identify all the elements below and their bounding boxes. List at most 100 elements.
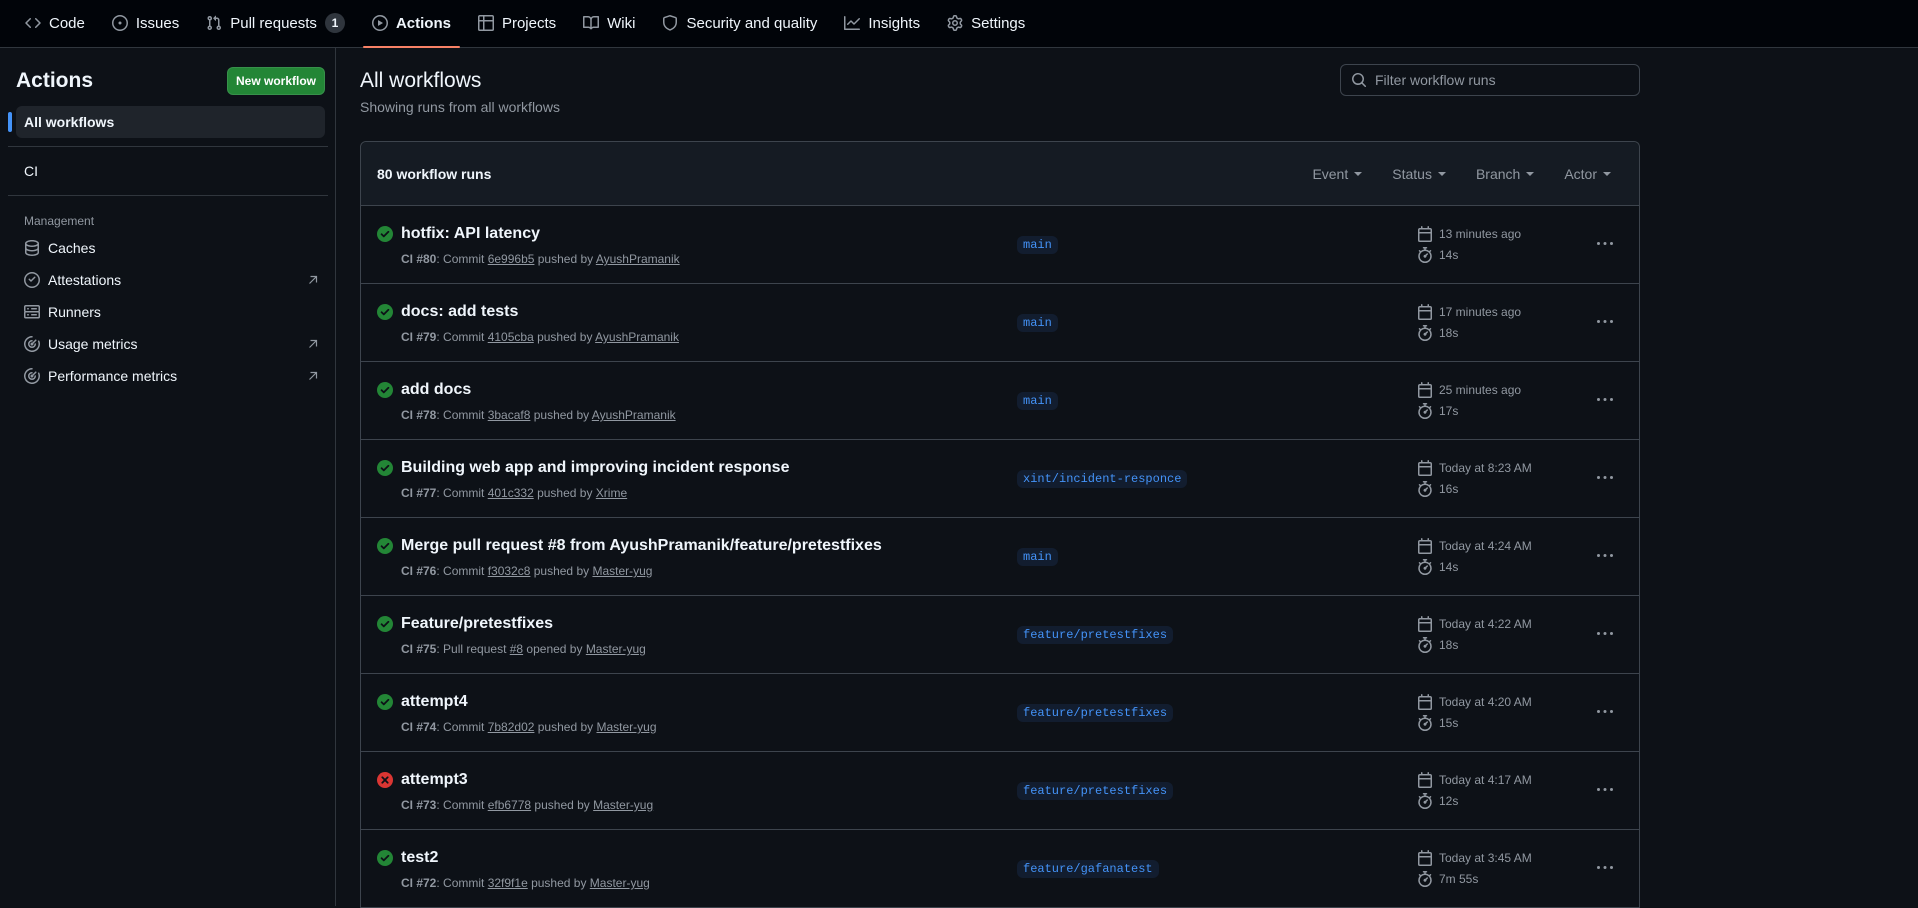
sidebar-item-caches[interactable]: Caches <box>16 232 327 264</box>
tab-security[interactable]: Security and quality <box>653 0 826 47</box>
actor-link[interactable]: Master-yug <box>593 798 653 812</box>
run-title-link[interactable]: Feature/pretestfixes <box>401 615 553 633</box>
run-time-text: 17 minutes ago <box>1439 305 1522 319</box>
tab-insights[interactable]: Insights <box>835 0 929 47</box>
run-title-link[interactable]: test2 <box>401 849 438 867</box>
sidebar-item-runners[interactable]: Runners <box>16 296 327 328</box>
actor-link[interactable]: Master-yug <box>586 642 646 656</box>
sidebar-item-label: All workflows <box>24 114 115 130</box>
workflow-run-row[interactable]: Feature/pretestfixes CI #75: Pull reques… <box>361 596 1639 674</box>
run-time-text: 25 minutes ago <box>1439 383 1522 397</box>
sidebar-item-attestations[interactable]: Attestations <box>16 264 327 296</box>
branch-label[interactable]: xint/incident-responce <box>1017 470 1188 488</box>
tab-settings[interactable]: Settings <box>938 0 1034 47</box>
kebab-menu-button[interactable] <box>1593 700 1617 724</box>
branch-label[interactable]: feature/gafanatest <box>1017 860 1159 878</box>
kebab-menu-button[interactable] <box>1593 622 1617 646</box>
stopwatch-icon <box>1418 325 1432 341</box>
run-title-link[interactable]: hotfix: API latency <box>401 225 540 243</box>
workflow-run-row[interactable]: Merge pull request #8 from AyushPramanik… <box>361 518 1639 596</box>
branch-label[interactable]: main <box>1017 392 1058 410</box>
actor-link[interactable]: Master-yug <box>592 564 652 578</box>
kebab-menu-button[interactable] <box>1593 778 1617 802</box>
run-title-link[interactable]: attempt3 <box>401 771 468 789</box>
actor-filter-dropdown[interactable]: Actor <box>1552 162 1623 186</box>
tab-label: Pull requests <box>230 14 317 32</box>
actor-link[interactable]: Xrime <box>596 486 627 500</box>
run-trigger-text: : Pull request <box>436 642 510 656</box>
run-trigger-text: : Commit <box>436 486 488 500</box>
actor-link[interactable]: AyushPramanik <box>596 252 680 266</box>
run-title-link[interactable]: Merge pull request #8 from AyushPramanik… <box>401 537 882 555</box>
actor-link[interactable]: Master-yug <box>596 720 656 734</box>
run-timestamp: 25 minutes ago <box>1417 382 1521 398</box>
sidebar-item-label: Caches <box>48 240 96 256</box>
commit-link[interactable]: 3bacaf8 <box>488 408 531 422</box>
kebab-horizontal-icon <box>1597 398 1613 401</box>
sidebar-item-performance-metrics[interactable]: Performance metrics <box>16 360 327 392</box>
workflow-run-number: CI #79 <box>401 330 437 344</box>
sidebar-item-usage-metrics[interactable]: Usage metrics <box>16 328 327 360</box>
sidebar-divider <box>8 146 328 147</box>
sidebar-item-all-workflows[interactable]: All workflows <box>8 106 325 138</box>
run-title-link[interactable]: Building web app and improving incident … <box>401 459 789 477</box>
run-duration: 15s <box>1417 715 1458 731</box>
sidebar-header: Actions New workflow <box>16 64 327 98</box>
caret-down-icon <box>1526 171 1535 176</box>
actor-link[interactable]: AyushPramanik <box>595 330 679 344</box>
commit-link[interactable]: 32f9f1e <box>488 876 528 890</box>
kebab-menu-button[interactable] <box>1593 466 1617 490</box>
run-duration: 12s <box>1417 793 1458 809</box>
tab-wiki[interactable]: Wiki <box>574 0 644 47</box>
actor-link[interactable]: AyushPramanik <box>592 408 676 422</box>
tab-issues[interactable]: Issues <box>103 0 188 47</box>
filter-runs-input[interactable] <box>1375 72 1625 88</box>
workflow-run-row[interactable]: test2 CI #72: Commit 32f9f1e pushed by M… <box>361 830 1639 908</box>
run-duration: 7m 55s <box>1417 871 1478 887</box>
branch-label[interactable]: main <box>1017 236 1058 254</box>
filter-label: Actor <box>1564 165 1597 182</box>
commit-link[interactable]: efb6778 <box>488 798 531 812</box>
event-filter-dropdown[interactable]: Event <box>1300 162 1374 186</box>
commit-link[interactable]: 7b82d02 <box>488 720 535 734</box>
workflow-run-row[interactable]: Building web app and improving incident … <box>361 440 1639 518</box>
tab-label: Settings <box>971 14 1026 32</box>
commit-link[interactable]: f3032c8 <box>488 564 531 578</box>
workflow-run-row[interactable]: attempt4 CI #74: Commit 7b82d02 pushed b… <box>361 674 1639 752</box>
branch-label[interactable]: main <box>1017 314 1058 332</box>
commit-link[interactable]: #8 <box>510 642 523 656</box>
commit-link[interactable]: 4105cba <box>488 330 534 344</box>
kebab-menu-button[interactable] <box>1593 232 1617 256</box>
workflow-run-row[interactable]: add docs CI #78: Commit 3bacaf8 pushed b… <box>361 362 1639 440</box>
sidebar-item-ci-workflow[interactable]: CI <box>16 155 327 187</box>
commit-link[interactable]: 401c332 <box>488 486 534 500</box>
commit-link[interactable]: 6e996b5 <box>488 252 535 266</box>
actor-link[interactable]: Master-yug <box>590 876 650 890</box>
branch-filter-dropdown[interactable]: Branch <box>1464 162 1546 186</box>
branch-label[interactable]: main <box>1017 548 1058 566</box>
kebab-menu-button[interactable] <box>1593 544 1617 568</box>
branch-label[interactable]: feature/pretestfixes <box>1017 704 1174 722</box>
status-filter-dropdown[interactable]: Status <box>1380 162 1458 186</box>
run-title-link[interactable]: add docs <box>401 381 471 399</box>
tab-code[interactable]: Code <box>16 0 94 47</box>
branch-label[interactable]: feature/pretestfixes <box>1017 782 1174 800</box>
run-title-link[interactable]: attempt4 <box>401 693 468 711</box>
graph-icon <box>844 16 861 30</box>
run-title-link[interactable]: docs: add tests <box>401 303 518 321</box>
run-action-text: pushed by <box>530 564 593 578</box>
kebab-menu-button[interactable] <box>1593 310 1617 334</box>
stopwatch-icon <box>1418 871 1432 887</box>
success-check-icon <box>377 538 393 554</box>
kebab-menu-button[interactable] <box>1593 856 1617 880</box>
pull-request-count-badge: 1 <box>324 13 345 33</box>
kebab-menu-button[interactable] <box>1593 388 1617 412</box>
new-workflow-button[interactable]: New workflow <box>226 67 325 95</box>
tab-actions[interactable]: Actions <box>362 0 460 48</box>
tab-pull-requests[interactable]: Pull requests 1 <box>197 0 354 47</box>
workflow-run-row[interactable]: docs: add tests CI #79: Commit 4105cba p… <box>361 284 1639 362</box>
branch-label[interactable]: feature/pretestfixes <box>1017 626 1174 644</box>
workflow-run-row[interactable]: hotfix: API latency CI #80: Commit 6e996… <box>361 206 1639 284</box>
workflow-run-row[interactable]: attempt3 CI #73: Commit efb6778 pushed b… <box>361 752 1639 830</box>
tab-projects[interactable]: Projects <box>469 0 565 47</box>
